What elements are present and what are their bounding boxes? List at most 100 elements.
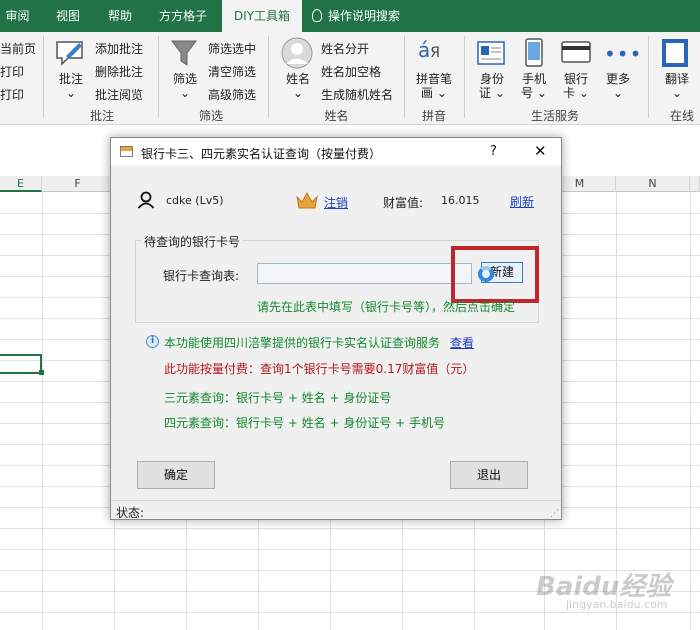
id-label-2: 证 [479, 86, 492, 100]
tab-fangfanggezi[interactable]: 方方格子 [150, 0, 216, 32]
group-divider [43, 36, 44, 118]
filter-label: 筛选 [172, 72, 197, 86]
ribbon-print-2[interactable]: 打印 [0, 86, 24, 103]
mobile-phone-icon [525, 38, 543, 67]
ribbon-tab-bar: 审阅 视图 帮助 方方格子 DIY工具箱 操作说明搜索 [0, 0, 700, 32]
delete-comment-button[interactable]: 删除批注 [95, 63, 143, 80]
query-table-label: 银行卡查询表: [163, 269, 240, 283]
bank-card-icon [561, 41, 591, 63]
group-divider [464, 36, 465, 118]
highlight-annotation [451, 246, 539, 303]
group-divider [648, 36, 649, 118]
tab-view[interactable]: 视图 [48, 0, 88, 32]
mobile-label: 手机 [521, 72, 546, 86]
more-dots-icon: ••• [604, 42, 643, 66]
filter-funnel-icon [171, 40, 197, 66]
more-label: 更多 [605, 72, 630, 86]
id-label: 身份 [479, 72, 504, 86]
advanced-filter-button[interactable]: 高级筛选 [208, 86, 256, 103]
name-add-space-button[interactable]: 姓名加空格 [321, 63, 381, 80]
translate-icon [662, 39, 688, 67]
user-name: cdke (Lv5) [166, 194, 224, 207]
group-divider [404, 36, 405, 118]
more-button[interactable]: 更多 ⌄ [600, 72, 636, 100]
group-label-online: 在线 [670, 109, 695, 123]
group-divider [158, 36, 159, 118]
mobile-label-2: 号 [521, 86, 534, 100]
ok-button[interactable]: 确定 [137, 461, 215, 489]
random-name-button[interactable]: 生成随机姓名 [321, 86, 393, 103]
logout-link[interactable]: 注销 [324, 194, 348, 211]
filter-selected-button[interactable]: 筛选选中 [208, 40, 256, 57]
column-gridline [690, 192, 691, 630]
translate-label: 翻译 [664, 72, 689, 86]
exit-button[interactable]: 退出 [450, 461, 528, 489]
comment-icon [56, 41, 83, 66]
group-label-comment: 批注 [89, 109, 114, 123]
ribbon-current-page[interactable]: 当前页 [0, 40, 36, 57]
view-link[interactable]: 查看 [450, 334, 474, 351]
dialog-titlebar[interactable]: 银行卡三、四元素实名认证查询（按量付费） ? ✕ [111, 138, 561, 166]
tab-diy-toolbox[interactable]: DIY工具箱 [222, 0, 302, 32]
tab-review[interactable]: 审阅 [0, 0, 35, 32]
crown-icon [296, 191, 318, 209]
ribbon-panel: 当前页 打印 打印 批注 ⌄ 添加批注 删除批注 批注阅览 批注 筛选 ⌄ 筛选选中… [0, 32, 700, 125]
four-element-info: 四元素查询：银行卡号 + 姓名 + 身份证号 + 手机号 [164, 416, 446, 430]
lightbulb-icon [312, 9, 322, 22]
group-title: 待查询的银行卡号 [141, 233, 244, 250]
pinyin-icon: áЯ [418, 38, 440, 62]
name-label: 姓名 [285, 72, 310, 86]
app-icon [120, 146, 133, 157]
comment-label: 批注 [58, 72, 83, 86]
tell-me-label: 操作说明搜索 [328, 9, 401, 23]
clear-filter-button[interactable]: 清空筛选 [208, 63, 256, 80]
browse-comment-button[interactable]: 批注阅览 [95, 86, 143, 103]
bank-label: 银行 [563, 72, 588, 86]
column-header-o[interactable] [690, 176, 700, 192]
watermark-url: jingyan.baidu.com [566, 598, 668, 611]
group-divider [268, 36, 269, 118]
three-element-info: 三元素查询：银行卡号 + 姓名 + 身份证号 [164, 391, 392, 405]
fill-hint: 请先在此表中填写（银行卡号等），然后点击确定 [257, 300, 516, 314]
pinyin-stroke-button[interactable]: 拼音笔画 ⌄ [412, 72, 456, 100]
row-gridline [0, 528, 700, 529]
group-label-life: 生活服务 [530, 109, 579, 123]
column-header-n[interactable]: N [616, 176, 690, 192]
mobile-number-button[interactable]: 手机号 ⌄ [516, 72, 552, 100]
filter-button[interactable]: 筛选 ⌄ [166, 72, 204, 100]
service-info: 本功能使用四川涪擎提供的银行卡实名认证查询服务 [164, 336, 441, 350]
help-button[interactable]: ? [490, 144, 497, 159]
query-table-input[interactable] [257, 263, 472, 284]
refresh-link[interactable]: 刷新 [510, 193, 534, 210]
bank-card-button[interactable]: 银行卡 ⌄ [558, 72, 594, 100]
fill-handle[interactable] [39, 370, 44, 375]
tell-me-search[interactable]: 操作说明搜索 [312, 0, 427, 32]
tab-help[interactable]: 帮助 [100, 0, 140, 32]
column-header-f[interactable]: F [42, 176, 114, 192]
active-cell[interactable] [0, 354, 42, 374]
translate-button[interactable]: 翻译 ⌄ [658, 72, 696, 100]
group-label-filter: 筛选 [198, 109, 223, 123]
user-icon [137, 191, 155, 209]
person-avatar-icon [281, 37, 313, 69]
column-header-e[interactable]: E [0, 176, 42, 192]
bank-label-2: 卡 [563, 86, 576, 100]
pinyin-label-2: 画 [421, 86, 434, 100]
wealth-label: 财富值: [383, 196, 424, 210]
bank-card-verify-dialog: 银行卡三、四元素实名认证查询（按量付费） ? ✕ cdke (Lv5) 注销 财… [110, 137, 562, 520]
ribbon-print-1[interactable]: 打印 [0, 63, 24, 80]
resize-grip-icon[interactable]: ⋰ [550, 509, 559, 519]
close-button[interactable]: ✕ [534, 142, 547, 160]
group-label-pinyin: 拼音 [421, 109, 446, 123]
add-comment-button[interactable]: 添加批注 [95, 40, 143, 57]
id-card-icon [477, 41, 505, 65]
status-label: 状态: [116, 506, 145, 520]
split-name-button[interactable]: 姓名分开 [321, 40, 369, 57]
group-label-name: 姓名 [324, 109, 349, 123]
row-gridline [0, 612, 700, 613]
pinyin-label-1: 拼音笔 [415, 72, 452, 86]
info-icon: i [146, 335, 159, 348]
comment-button[interactable]: 批注 ⌄ [52, 72, 90, 100]
name-button[interactable]: 姓名 ⌄ [279, 72, 317, 100]
id-number-button[interactable]: 身份证 ⌄ [474, 72, 510, 100]
